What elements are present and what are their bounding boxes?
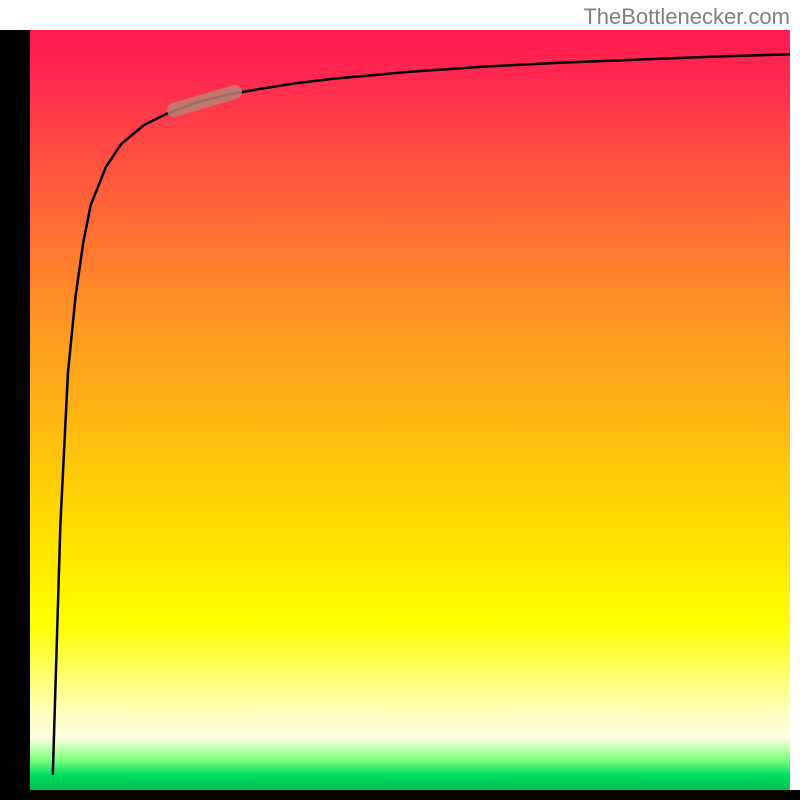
x-axis [0, 790, 800, 800]
watermark-text: TheBottlenecker.com [583, 4, 790, 30]
y-axis [0, 30, 30, 790]
heatmap-gradient [30, 30, 790, 790]
plot-area [30, 30, 790, 790]
bottleneck-chart: TheBottlenecker.com [0, 0, 800, 800]
